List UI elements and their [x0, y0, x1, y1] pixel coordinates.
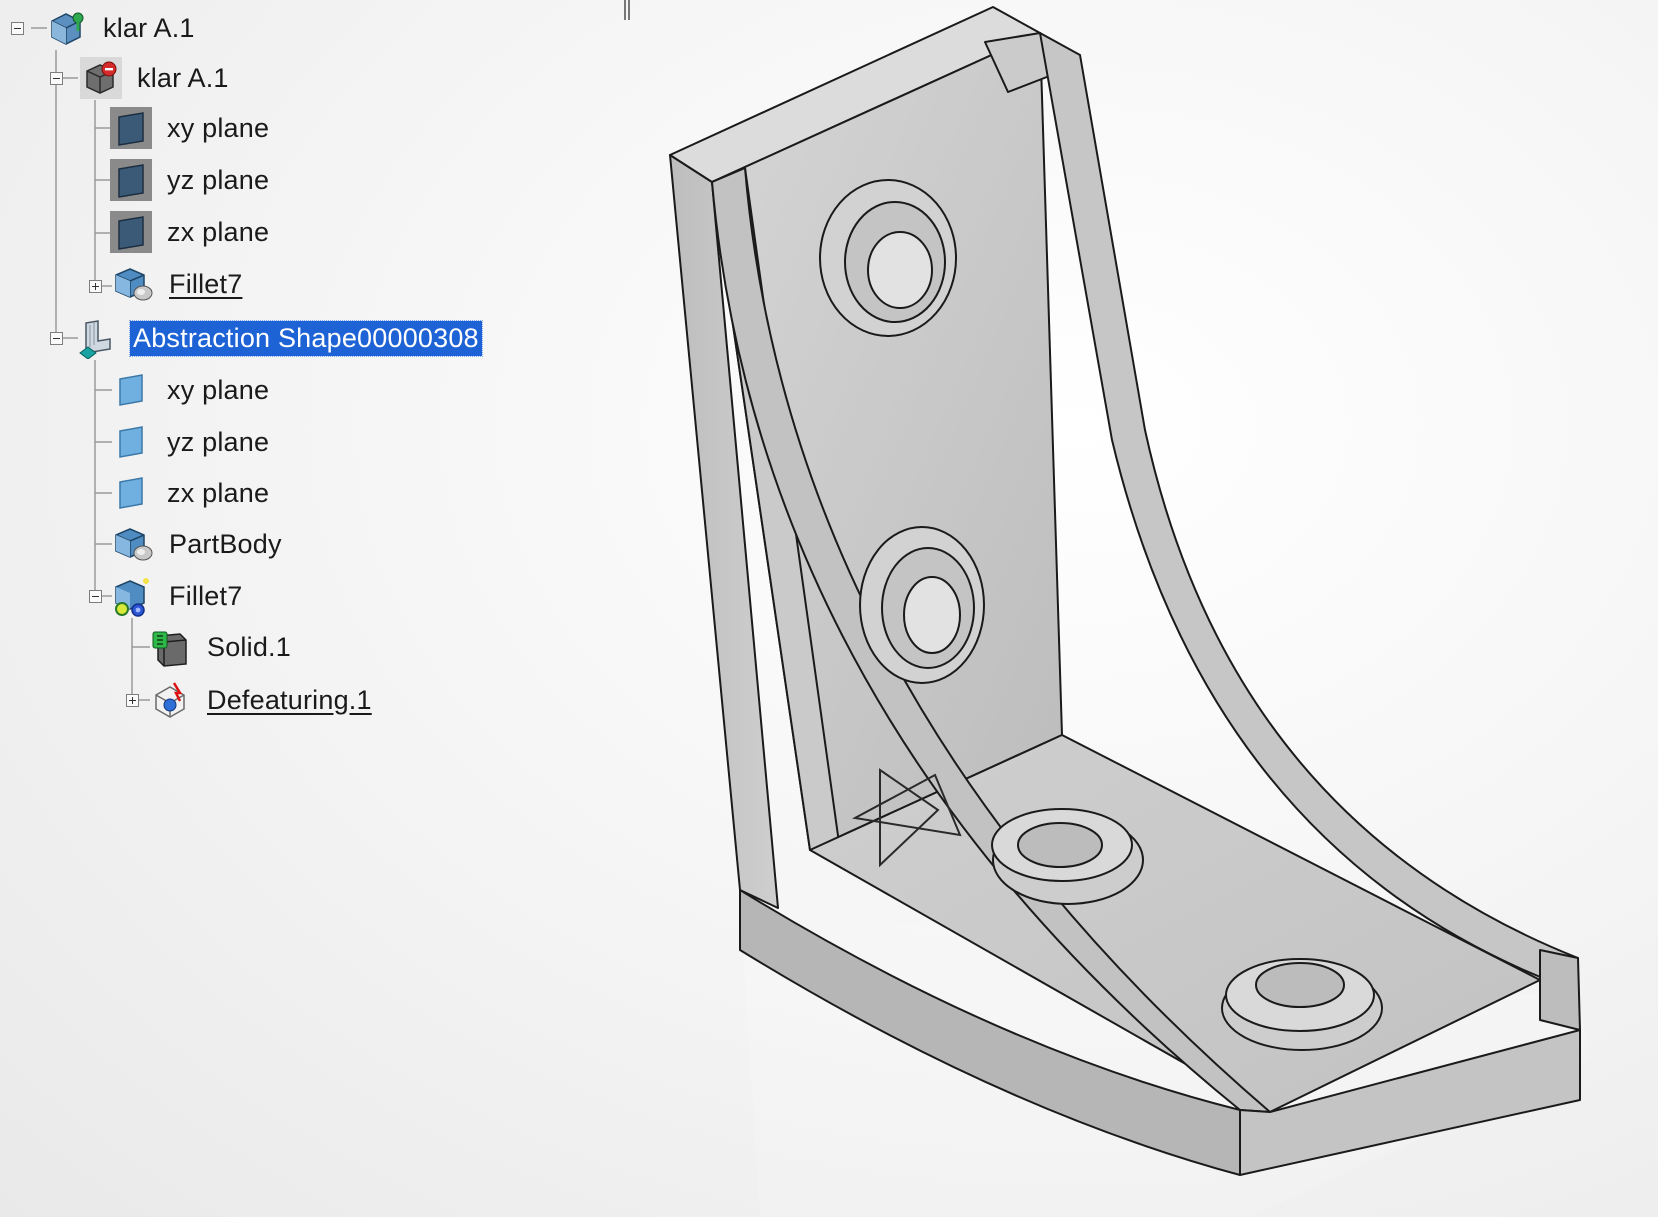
- tree-node-defeaturing[interactable]: Defeaturing.1: [150, 678, 375, 722]
- collapse-toggle-abstraction-shape[interactable]: [50, 332, 63, 345]
- tree-node-label[interactable]: klar A.1: [100, 11, 198, 46]
- tree-node-part[interactable]: klar A.1: [80, 56, 232, 100]
- part-icon: [80, 57, 122, 99]
- plane-icon: [110, 211, 152, 253]
- plane-icon: [110, 107, 152, 149]
- collapse-toggle-fillet7-2[interactable]: [89, 590, 102, 603]
- collapse-toggle-root[interactable]: [11, 22, 24, 35]
- tree-node-xy-plane-2[interactable]: xy plane: [110, 368, 272, 412]
- tree-node-zx-plane-2[interactable]: zx plane: [110, 471, 272, 515]
- tree-node-label[interactable]: Fillet7: [166, 267, 245, 302]
- tree-node-label[interactable]: yz plane: [164, 163, 272, 198]
- collapse-toggle-part[interactable]: [50, 72, 63, 85]
- tree-node-label-selected[interactable]: Abstraction Shape00000308: [129, 319, 483, 357]
- panel-splitter-handle[interactable]: [624, 0, 630, 20]
- plane-icon: [119, 426, 143, 458]
- tree-node-fillet7-2[interactable]: Fillet7: [112, 574, 245, 618]
- specification-tree[interactable]: klar A.1 klar A.1 xy plane yz plane zx p…: [0, 0, 620, 760]
- plane-icon: [119, 374, 143, 406]
- product-icon: [51, 12, 84, 45]
- tree-node-label[interactable]: PartBody: [166, 527, 285, 562]
- wall-hole-lower[interactable]: [859, 526, 985, 684]
- plane-icon: [119, 477, 143, 509]
- abstraction-shape-icon: [79, 320, 111, 359]
- tree-node-yz-plane[interactable]: yz plane: [110, 158, 272, 202]
- tree-node-label[interactable]: yz plane: [164, 425, 272, 460]
- tree-node-root-product[interactable]: klar A.1: [46, 6, 198, 50]
- tree-node-label[interactable]: zx plane: [164, 476, 272, 511]
- tree-node-label[interactable]: Defeaturing.1: [204, 683, 375, 718]
- expand-toggle-defeaturing[interactable]: [126, 694, 139, 707]
- defeaturing-icon: [155, 682, 185, 718]
- tree-node-label[interactable]: Fillet7: [166, 579, 245, 614]
- tree-node-partbody[interactable]: PartBody: [112, 522, 285, 566]
- tree-node-abstraction-shape[interactable]: Abstraction Shape00000308: [76, 316, 483, 360]
- tree-node-label[interactable]: Solid.1: [204, 630, 294, 665]
- base-hole-rear[interactable]: [1221, 958, 1383, 1051]
- tree-node-zx-plane[interactable]: zx plane: [110, 210, 272, 254]
- tree-node-fillet7[interactable]: Fillet7: [112, 262, 245, 306]
- body-icon: [115, 268, 153, 301]
- tree-node-label[interactable]: xy plane: [164, 373, 272, 408]
- tree-connector-lines: [31, 27, 150, 701]
- wall-hole-upper[interactable]: [819, 179, 957, 337]
- solid-icon: [152, 631, 187, 667]
- tree-node-label[interactable]: xy plane: [164, 111, 272, 146]
- fillet-icon: [115, 578, 149, 617]
- plane-icon: [110, 159, 152, 201]
- tree-node-solid[interactable]: Solid.1: [150, 625, 294, 669]
- part-face-base-lip: [1539, 949, 1581, 1031]
- tree-node-label[interactable]: klar A.1: [134, 61, 232, 96]
- expand-toggle-fillet7[interactable]: [89, 280, 102, 293]
- body-icon: [115, 528, 153, 561]
- tree-node-yz-plane-2[interactable]: yz plane: [110, 420, 272, 464]
- tree-node-xy-plane[interactable]: xy plane: [110, 106, 272, 150]
- tree-node-label[interactable]: zx plane: [164, 215, 272, 250]
